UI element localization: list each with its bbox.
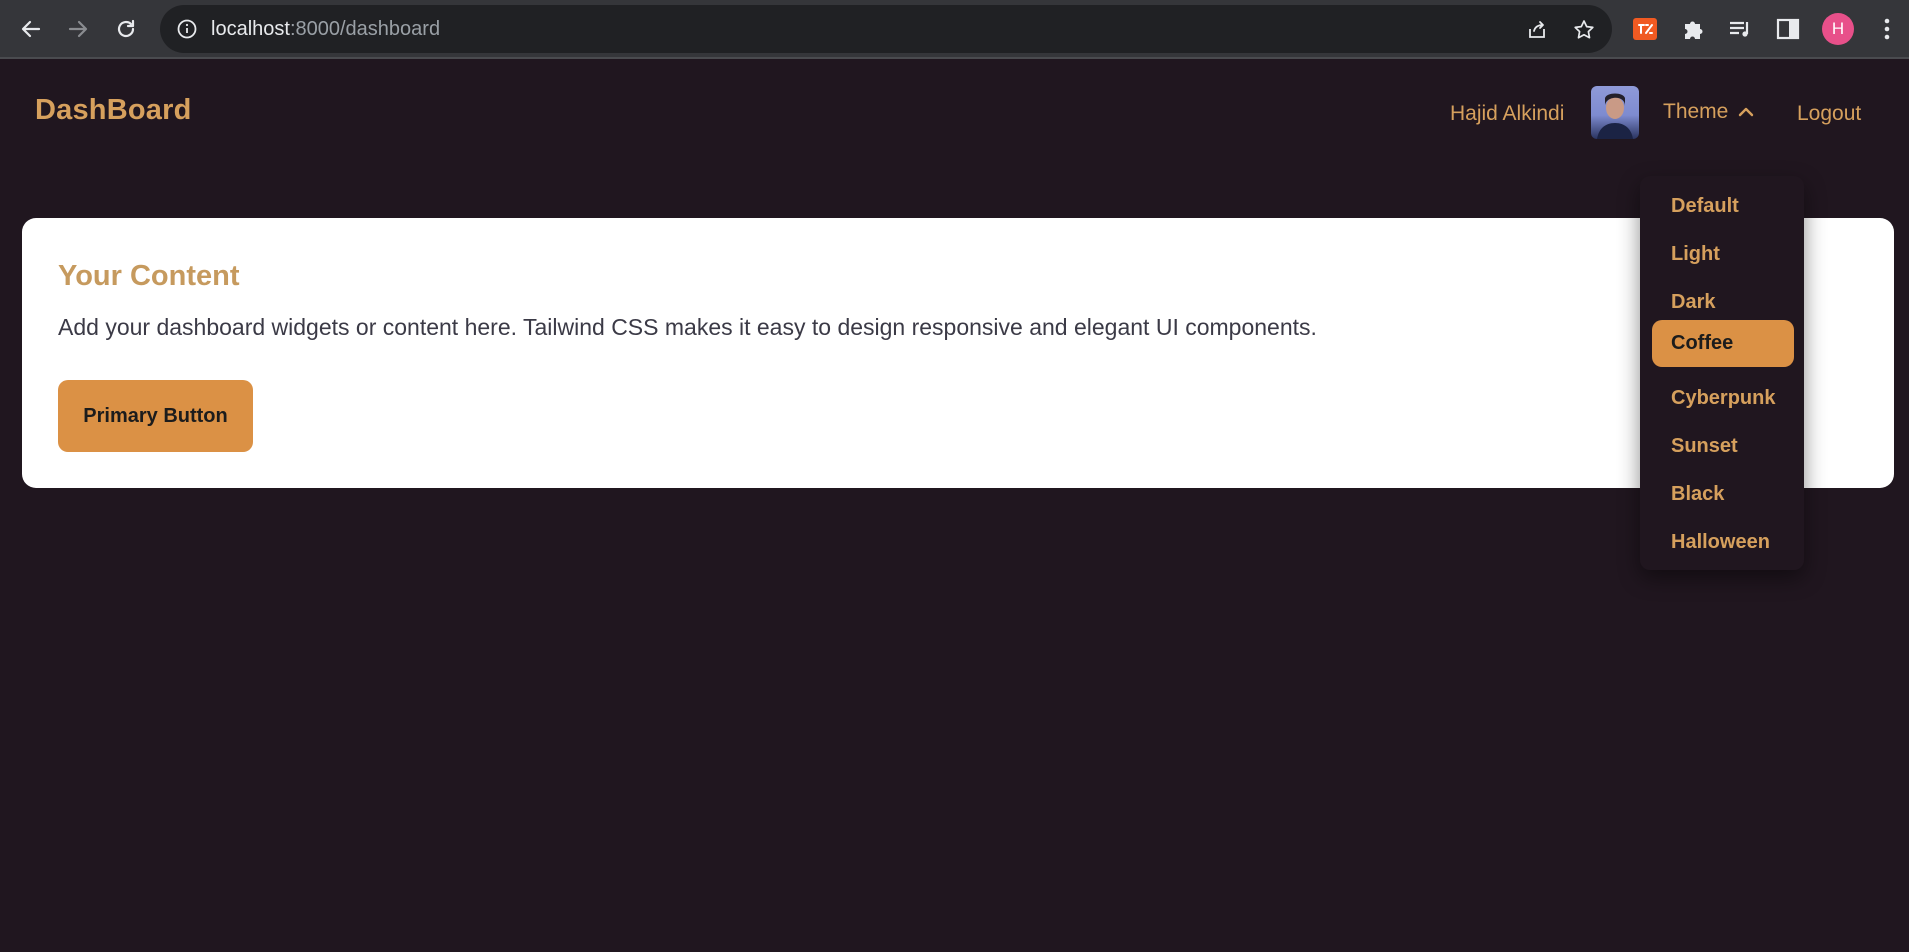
extension-badge-icon[interactable] — [1631, 15, 1659, 43]
brand-logo[interactable]: DashBoard — [35, 94, 192, 127]
puzzle-icon[interactable] — [1679, 15, 1707, 43]
theme-option-light[interactable]: Light — [1652, 231, 1794, 278]
primary-button[interactable]: Primary Button — [58, 380, 253, 452]
content-title: Your Content — [58, 260, 240, 292]
theme-option-black[interactable]: Black — [1652, 471, 1794, 518]
theme-menu: Default Light Dark Coffee Cyberpunk Suns… — [1640, 176, 1804, 570]
side-panel-icon[interactable] — [1774, 15, 1802, 43]
theme-option-dark[interactable]: Dark — [1652, 279, 1794, 326]
avatar[interactable] — [1591, 86, 1639, 139]
media-queue-icon[interactable] — [1726, 15, 1754, 43]
theme-option-sunset[interactable]: Sunset — [1652, 423, 1794, 470]
back-arrow-icon — [21, 20, 41, 38]
info-icon[interactable] — [176, 18, 198, 40]
content-description: Add your dashboard widgets or content he… — [58, 314, 1317, 340]
theme-dropdown-button[interactable]: Theme — [1663, 100, 1754, 124]
chevron-up-icon — [1739, 107, 1754, 117]
url-host: localhost — [211, 18, 290, 40]
theme-option-cyberpunk[interactable]: Cyberpunk — [1652, 375, 1794, 422]
content-card: Your Content Add your dashboard widgets … — [22, 218, 1894, 488]
theme-label: Theme — [1663, 100, 1729, 123]
profile-avatar[interactable]: H — [1822, 13, 1854, 45]
user-name: Hajid Alkindi — [1450, 102, 1565, 125]
kebab-menu-icon[interactable] — [1873, 15, 1901, 43]
reload-icon — [117, 19, 135, 38]
forward-arrow-icon — [68, 20, 88, 38]
address-bar[interactable]: localhost:8000/dashboard — [160, 5, 1612, 53]
theme-option-halloween[interactable]: Halloween — [1652, 519, 1794, 566]
theme-option-coffee[interactable]: Coffee — [1652, 320, 1794, 367]
url-text[interactable]: localhost:8000/dashboard — [211, 5, 440, 53]
logout-link[interactable]: Logout — [1797, 102, 1861, 126]
back-button[interactable] — [14, 14, 48, 44]
star-icon[interactable] — [1572, 18, 1596, 42]
forward-button[interactable] — [61, 14, 95, 44]
share-icon[interactable] — [1525, 18, 1549, 42]
url-path: :8000/dashboard — [289, 18, 441, 40]
browser-toolbar: localhost:8000/dashboard H — [0, 0, 1909, 59]
theme-option-default[interactable]: Default — [1652, 183, 1794, 230]
reload-button[interactable] — [109, 14, 143, 44]
